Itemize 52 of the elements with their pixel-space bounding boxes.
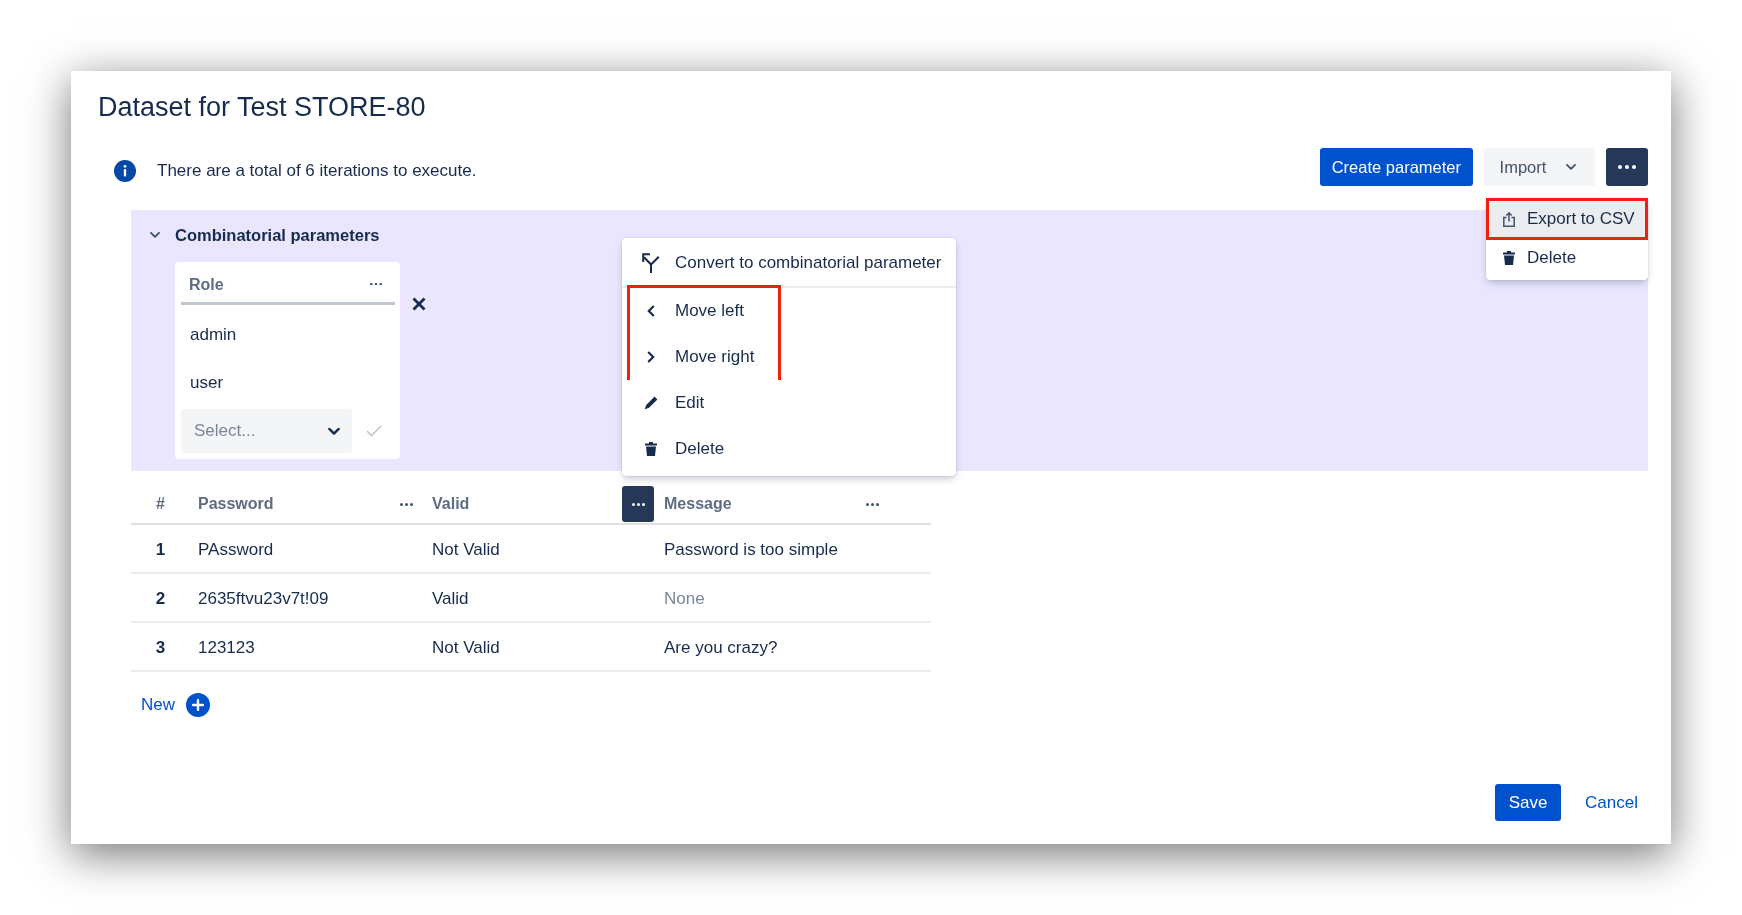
chevron-down-icon bbox=[328, 427, 340, 435]
menu-item[interactable]: Delete bbox=[622, 426, 956, 472]
menu-item[interactable]: Delete bbox=[1486, 240, 1648, 276]
ellipsis-icon bbox=[631, 502, 645, 506]
more-actions-button[interactable] bbox=[1606, 148, 1648, 186]
menu-item[interactable]: Edit bbox=[622, 380, 956, 426]
row-number: 3 bbox=[155, 637, 166, 658]
menu-item[interactable]: Convert to combinatorial parameter bbox=[622, 240, 956, 286]
parameter-value: user bbox=[189, 372, 225, 394]
close-icon[interactable] bbox=[412, 297, 426, 311]
cancel-button[interactable]: Cancel bbox=[1575, 784, 1648, 821]
ellipsis-icon bbox=[370, 282, 382, 286]
chevron-right-icon bbox=[647, 351, 655, 363]
table-cell: 2635ftvu23v7t!09 bbox=[198, 588, 329, 609]
import-button[interactable]: Import bbox=[1484, 148, 1595, 186]
row-number: 1 bbox=[155, 539, 166, 560]
menu-item[interactable]: Export to CSV bbox=[1489, 201, 1645, 237]
table-cell: None bbox=[664, 588, 705, 609]
chevron-left-icon bbox=[647, 305, 655, 317]
info-icon bbox=[114, 160, 136, 182]
column-menu-button[interactable] bbox=[622, 486, 654, 522]
column-header: Message bbox=[664, 495, 732, 513]
column-header: Password bbox=[198, 495, 274, 513]
trash-icon bbox=[645, 442, 657, 456]
plus-icon bbox=[186, 693, 210, 717]
table-cell: Are you crazy? bbox=[664, 637, 778, 658]
new-button[interactable]: New bbox=[141, 693, 210, 717]
create-parameter-button[interactable]: Create parameter bbox=[1319, 148, 1473, 186]
ellipsis-icon bbox=[1618, 165, 1636, 169]
dialog-title: Dataset for Test STORE-80 bbox=[98, 91, 426, 124]
column-header: Valid bbox=[432, 495, 470, 513]
upload-icon bbox=[1503, 211, 1515, 227]
pencil-icon bbox=[644, 396, 658, 410]
section-toggle[interactable]: Combinatorial parameters bbox=[150, 224, 380, 246]
save-button[interactable]: Save bbox=[1495, 784, 1562, 821]
table-cell: PAssword bbox=[198, 539, 274, 560]
column-header: # bbox=[156, 495, 165, 513]
ellipsis-icon bbox=[399, 502, 413, 506]
table-cell: Password is too simple bbox=[664, 539, 838, 560]
row-number: 2 bbox=[155, 588, 166, 609]
fork-icon bbox=[642, 253, 660, 273]
ellipsis-icon bbox=[865, 502, 879, 506]
table-cell: Not Valid bbox=[432, 637, 500, 658]
table-cell: Valid bbox=[432, 588, 469, 609]
parameter-value: admin bbox=[189, 324, 238, 346]
table-cell: Not Valid bbox=[432, 539, 500, 560]
trash-icon bbox=[1503, 251, 1515, 265]
info-message: There are a total of 6 iterations to execute. bbox=[157, 161, 477, 181]
table-cell: 123123 bbox=[198, 637, 255, 658]
check-icon[interactable] bbox=[366, 425, 382, 437]
chevron-down-icon bbox=[1566, 164, 1577, 170]
parameter-name: Role bbox=[189, 276, 224, 294]
